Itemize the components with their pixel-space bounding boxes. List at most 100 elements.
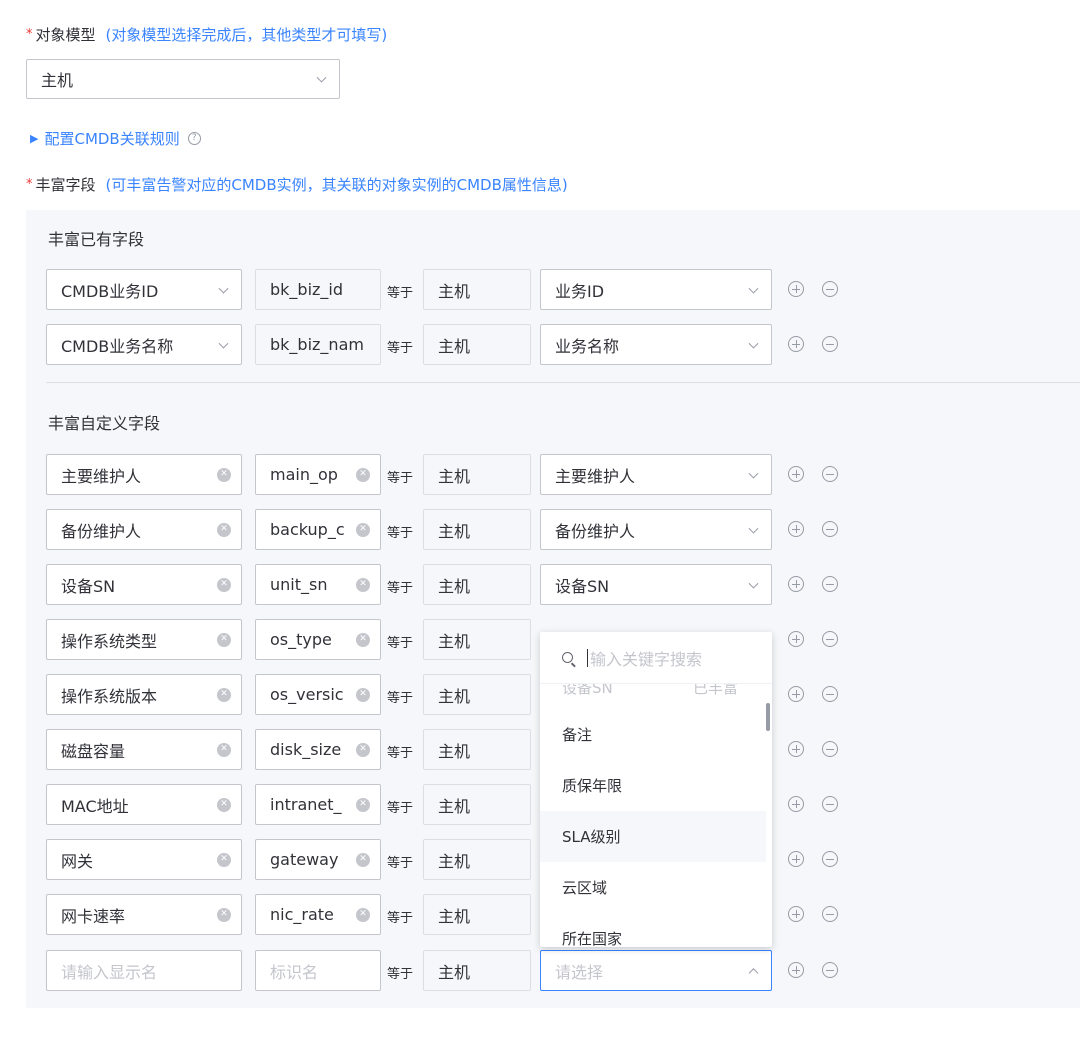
- add-row-icon[interactable]: [788, 336, 804, 352]
- existing-row-display-select[interactable]: CMDB业务名称: [46, 324, 242, 365]
- remove-row-icon[interactable]: [822, 631, 838, 647]
- custom-row-key-input[interactable]: disk_size ✕: [255, 729, 381, 770]
- clear-icon[interactable]: ✕: [217, 687, 231, 702]
- add-row-icon[interactable]: [788, 281, 804, 297]
- remove-row-icon[interactable]: [822, 741, 838, 757]
- custom-row-key-input[interactable]: unit_sn ✕: [255, 564, 381, 605]
- object-name: 主机: [438, 796, 471, 816]
- remove-row-icon[interactable]: [822, 686, 838, 702]
- new-display-name-input[interactable]: 请输入显示名: [46, 950, 242, 991]
- cmdb-rule-toggle[interactable]: ▶ 配置CMDB关联规则 ?: [30, 128, 201, 149]
- clear-icon[interactable]: ✕: [356, 852, 370, 867]
- new-key-input[interactable]: 标识名: [255, 950, 381, 991]
- dropdown-item-label: 所在国家: [562, 930, 623, 947]
- custom-row-display-input[interactable]: 备份维护人 ✕: [46, 509, 242, 550]
- clear-icon[interactable]: ✕: [356, 577, 370, 592]
- remove-row-icon[interactable]: [822, 796, 838, 812]
- clear-icon[interactable]: ✕: [356, 797, 370, 812]
- remove-row-icon[interactable]: [822, 336, 838, 352]
- display-placeholder: 请输入显示名: [61, 962, 158, 982]
- custom-row-key-input[interactable]: nic_rate ✕: [255, 894, 381, 935]
- custom-row-key-input[interactable]: os_type ✕: [255, 619, 381, 660]
- existing-row-attr-select[interactable]: 业务名称: [540, 324, 772, 365]
- clear-icon[interactable]: ✕: [217, 632, 231, 647]
- clear-icon[interactable]: ✕: [356, 632, 370, 647]
- custom-row-display-input[interactable]: 网关 ✕: [46, 839, 242, 880]
- key-name: gateway: [270, 850, 339, 869]
- custom-row-attr-select[interactable]: 主要维护人: [540, 454, 772, 495]
- clear-icon[interactable]: ✕: [217, 742, 231, 757]
- operator-label: 等于: [387, 636, 414, 651]
- remove-row-icon[interactable]: [822, 576, 838, 592]
- existing-row-attr-select[interactable]: 业务ID: [540, 269, 772, 310]
- custom-row-display-input[interactable]: 网卡速率 ✕: [46, 894, 242, 935]
- dropdown-scrollbar[interactable]: [766, 703, 770, 731]
- custom-row-key-input[interactable]: main_op ✕: [255, 454, 381, 495]
- remove-row-icon[interactable]: [822, 466, 838, 482]
- new-attr-select[interactable]: 请选择: [540, 950, 772, 991]
- display-name: CMDB业务ID: [61, 281, 159, 301]
- custom-row-display-input[interactable]: 操作系统类型 ✕: [46, 619, 242, 660]
- existing-row-key: bk_biz_nam: [255, 324, 381, 365]
- add-row-icon[interactable]: [788, 906, 804, 922]
- attr-name: 主要维护人: [555, 466, 636, 486]
- remove-row-icon[interactable]: [822, 962, 838, 978]
- add-row-icon[interactable]: [788, 631, 804, 647]
- clear-icon[interactable]: ✕: [356, 467, 370, 482]
- custom-row-key-input[interactable]: os_versic ✕: [255, 674, 381, 715]
- dropdown-item-highlighted[interactable]: SLA级别: [540, 811, 766, 862]
- custom-row-attr-select[interactable]: 备份维护人: [540, 509, 772, 550]
- attr-name: 业务ID: [555, 281, 605, 301]
- search-icon: [562, 652, 573, 663]
- clear-icon[interactable]: ✕: [217, 797, 231, 812]
- object-model-value: 主机: [41, 71, 74, 90]
- clear-icon[interactable]: ✕: [356, 522, 370, 537]
- clear-icon[interactable]: ✕: [356, 742, 370, 757]
- custom-row-display-input[interactable]: 主要维护人 ✕: [46, 454, 242, 495]
- add-row-icon[interactable]: [788, 796, 804, 812]
- clear-icon[interactable]: ✕: [217, 522, 231, 537]
- custom-fields-title: 丰富自定义字段: [48, 414, 161, 433]
- object-model-select[interactable]: 主机: [26, 59, 340, 99]
- custom-row-key-input[interactable]: intranet_ ✕: [255, 784, 381, 825]
- clear-icon[interactable]: ✕: [356, 687, 370, 702]
- remove-row-icon[interactable]: [822, 851, 838, 867]
- custom-row-display-input[interactable]: 操作系统版本 ✕: [46, 674, 242, 715]
- dropdown-item-label: 备注: [562, 726, 593, 744]
- dropdown-item[interactable]: 云区域: [540, 862, 766, 913]
- remove-row-icon[interactable]: [822, 906, 838, 922]
- dropdown-search[interactable]: 输入关键字搜索: [540, 632, 772, 684]
- add-row-icon[interactable]: [788, 521, 804, 537]
- existing-row-display-select[interactable]: CMDB业务ID: [46, 269, 242, 310]
- display-name: 主要维护人: [61, 466, 142, 486]
- add-row-icon[interactable]: [788, 962, 804, 978]
- add-row-icon[interactable]: [788, 686, 804, 702]
- remove-row-icon[interactable]: [822, 521, 838, 537]
- dropdown-item[interactable]: 所在国家: [540, 913, 766, 947]
- display-name: 操作系统版本: [61, 686, 158, 706]
- add-row-icon[interactable]: [788, 576, 804, 592]
- add-row-icon[interactable]: [788, 851, 804, 867]
- custom-row-attr-select[interactable]: 设备SN: [540, 564, 772, 605]
- display-name: 操作系统类型: [61, 631, 158, 651]
- clear-icon[interactable]: ✕: [217, 852, 231, 867]
- remove-row-icon[interactable]: [822, 281, 838, 297]
- custom-row-display-input[interactable]: 设备SN ✕: [46, 564, 242, 605]
- dropdown-item[interactable]: 备注: [540, 709, 766, 760]
- attr-name: 设备SN: [555, 576, 610, 596]
- add-row-icon[interactable]: [788, 741, 804, 757]
- clear-icon[interactable]: ✕: [217, 577, 231, 592]
- custom-row-key-input[interactable]: gateway ✕: [255, 839, 381, 880]
- custom-row-key-input[interactable]: backup_c ✕: [255, 509, 381, 550]
- clear-icon[interactable]: ✕: [217, 467, 231, 482]
- custom-row-display-input[interactable]: MAC地址 ✕: [46, 784, 242, 825]
- required-mark: *: [26, 27, 33, 42]
- help-icon[interactable]: ?: [187, 132, 201, 145]
- dropdown-item[interactable]: 质保年限: [540, 760, 766, 811]
- custom-row-display-input[interactable]: 磁盘容量 ✕: [46, 729, 242, 770]
- clear-icon[interactable]: ✕: [356, 907, 370, 922]
- operator-label: 等于: [387, 471, 414, 486]
- existing-row-object: 主机: [423, 269, 531, 310]
- add-row-icon[interactable]: [788, 466, 804, 482]
- clear-icon[interactable]: ✕: [217, 907, 231, 922]
